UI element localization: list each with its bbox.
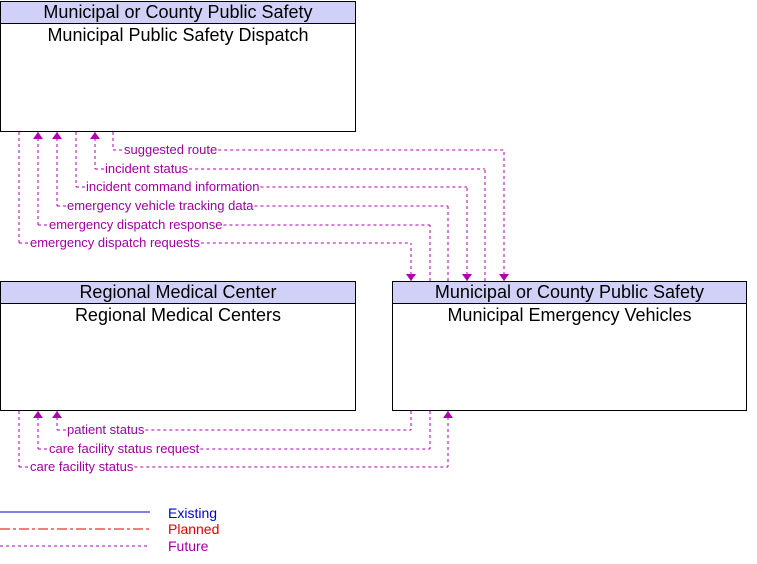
flow-label: emergency dispatch response — [49, 217, 222, 232]
flow-diagram: suggested route incident status incident c… — [0, 132, 509, 547]
flow-arrow-down-icon — [462, 274, 472, 281]
legend-planned-label: Planned — [168, 521, 220, 537]
flow-arrow-up-icon — [52, 132, 62, 139]
flow-arrow-up-icon — [443, 411, 453, 418]
flow-arrow-up-icon — [33, 411, 43, 418]
flow-label: emergency dispatch requests — [30, 235, 200, 250]
flow-label: suggested route — [124, 142, 217, 157]
flow-label: patient status — [67, 422, 145, 437]
flow-arrow-down-icon — [499, 274, 509, 281]
flow-arrow-up-icon — [33, 132, 43, 139]
flow-label: incident command information — [86, 179, 259, 194]
legend-existing-label: Existing — [168, 505, 218, 521]
flow-arrow-down-icon — [406, 274, 416, 281]
legend-future-label: Future — [168, 538, 209, 554]
flow-label: emergency vehicle tracking data — [67, 198, 254, 213]
flow-label: incident status — [105, 161, 189, 176]
flow-arrow-up-icon — [52, 411, 62, 418]
flow-label: care facility status request — [49, 441, 200, 456]
flow-label: care facility status — [30, 459, 134, 474]
flow-arrow-up-icon — [90, 132, 100, 139]
